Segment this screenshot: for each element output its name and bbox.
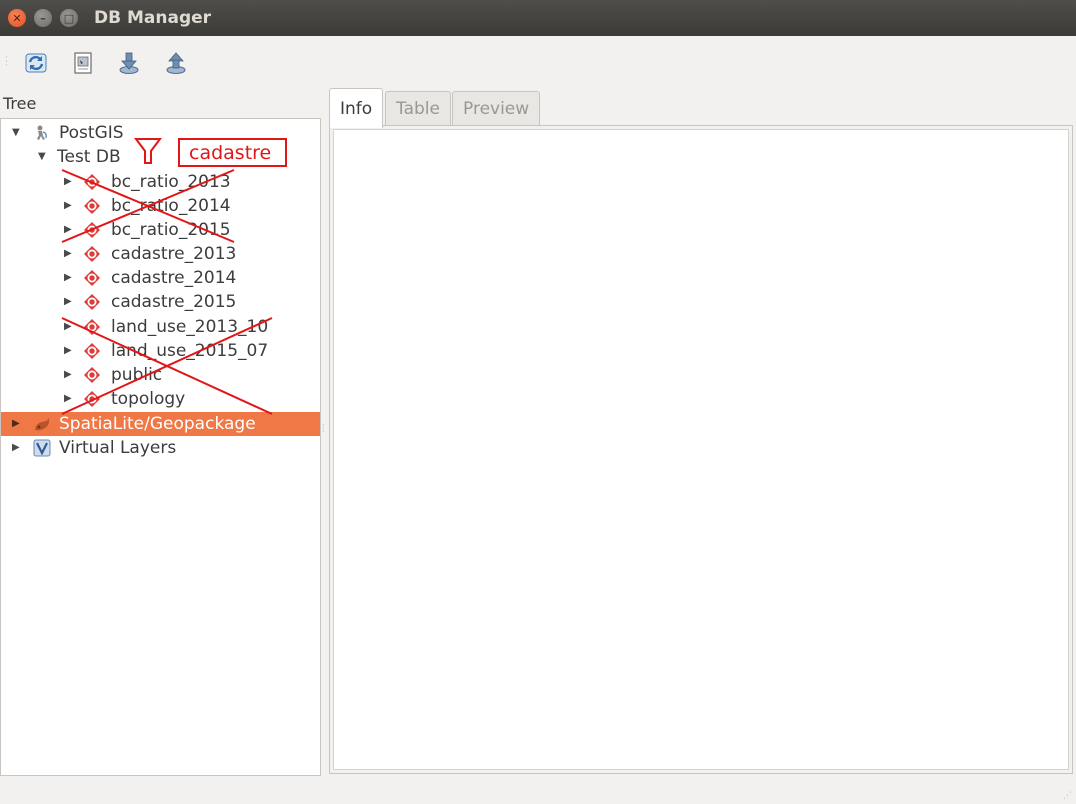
window-title: DB Manager — [94, 8, 212, 28]
tree-item-label: Virtual Layers — [59, 438, 177, 458]
tree-item-label: bc_ratio_2015 — [111, 220, 231, 240]
close-window-button[interactable]: ✕ — [8, 9, 26, 27]
expanded-arrow-icon[interactable]: ▼ — [12, 127, 20, 138]
tree-item-virtual-layers[interactable]: ▶ Virtual Layers — [1, 436, 320, 460]
schema-icon — [84, 294, 100, 310]
tree-view[interactable]: ▼ PostGIS ▼ Test DB ▶ bc_ratio_2013 ▶ bc… — [0, 118, 321, 776]
tab-preview[interactable]: Preview — [452, 91, 541, 126]
export-icon — [166, 52, 186, 74]
tree-item-label: land_use_2015_07 — [111, 341, 269, 361]
tree-item-label: cadastre_2014 — [111, 268, 237, 288]
tab-info[interactable]: Info — [329, 88, 384, 128]
tree-item-label: cadastre_2015 — [111, 292, 237, 312]
tab-table[interactable]: Table — [385, 91, 451, 126]
toolbar-grip[interactable]: · · · — [5, 54, 8, 71]
resize-grip-icon[interactable]: ⋰ — [1063, 791, 1072, 801]
tab-label: Preview — [463, 99, 530, 119]
tree-item-schema[interactable]: ▶ bc_ratio_2015 — [1, 218, 320, 242]
virtual-layers-icon — [33, 439, 51, 457]
maximize-icon: □ — [63, 11, 75, 25]
collapsed-arrow-icon[interactable]: ▶ — [64, 369, 72, 380]
collapsed-arrow-icon[interactable]: ▶ — [64, 248, 72, 259]
info-panel — [329, 125, 1073, 774]
collapsed-arrow-icon[interactable]: ▶ — [64, 224, 72, 235]
tree-panel-label: Tree — [3, 94, 37, 113]
tree-item-schema[interactable]: ▶ cadastre_2015 — [1, 290, 320, 314]
tree-item-schema[interactable]: ▶ land_use_2013_10 — [1, 315, 320, 339]
minimize-window-button[interactable]: – — [34, 9, 52, 27]
tree-item-schema[interactable]: ▶ cadastre_2014 — [1, 266, 320, 290]
import-layer-button[interactable] — [114, 48, 144, 78]
filter-annotation-box: cadastre — [178, 138, 287, 167]
status-bar: ⋰ — [0, 776, 1076, 804]
tree-item-label: PostGIS — [59, 123, 124, 143]
collapsed-arrow-icon[interactable]: ▶ — [12, 442, 20, 453]
expanded-arrow-icon[interactable]: ▼ — [38, 151, 46, 162]
schema-icon — [84, 198, 100, 214]
postgis-icon — [37, 125, 47, 140]
schema-icon — [84, 391, 100, 407]
sql-window-icon — [74, 52, 92, 74]
filter-text: cadastre — [189, 141, 272, 164]
refresh-button[interactable] — [21, 48, 51, 78]
collapsed-arrow-icon[interactable]: ▶ — [64, 296, 72, 307]
schema-icon — [84, 343, 100, 359]
schema-icon — [84, 174, 100, 190]
tree-item-label: public — [111, 365, 163, 385]
tree-item-schema[interactable]: ▶ public — [1, 363, 320, 387]
collapsed-arrow-icon[interactable]: ▶ — [64, 393, 72, 404]
toolbar: · · · — [0, 36, 1076, 90]
tree-item-spatialite[interactable]: ▶ SpatiaLite/Geopackage — [1, 412, 320, 436]
tree-item-label: SpatiaLite/Geopackage — [59, 414, 256, 434]
tree-item-schema[interactable]: ▶ bc_ratio_2013 — [1, 170, 320, 194]
tree-item-schema[interactable]: ▶ bc_ratio_2014 — [1, 194, 320, 218]
export-button[interactable] — [161, 48, 191, 78]
collapsed-arrow-icon[interactable]: ▶ — [12, 418, 20, 429]
splitter-handle[interactable]: · · · — [322, 422, 325, 436]
tree-item-label: land_use_2013_10 — [111, 317, 269, 337]
refresh-icon — [25, 53, 47, 73]
info-content-area[interactable] — [333, 129, 1069, 770]
schema-icon — [84, 246, 100, 262]
sql-window-button[interactable] — [68, 48, 98, 78]
schema-icon — [84, 222, 100, 238]
tree-item-schema[interactable]: ▶ topology — [1, 387, 320, 411]
tree-item-label: topology — [111, 389, 186, 409]
spatialite-icon — [35, 418, 50, 431]
tab-label: Table — [396, 99, 440, 119]
close-icon: ✕ — [12, 11, 22, 25]
tab-label: Info — [340, 98, 373, 119]
tree-item-label: cadastre_2013 — [111, 244, 237, 264]
tree-item-schema[interactable]: ▶ land_use_2015_07 — [1, 339, 320, 363]
tree-item-schema[interactable]: ▶ cadastre_2013 — [1, 242, 320, 266]
minimize-icon: – — [40, 11, 46, 25]
schema-icon — [84, 319, 100, 335]
tree-item-label: Test DB — [57, 147, 121, 167]
collapsed-arrow-icon[interactable]: ▶ — [64, 200, 72, 211]
tree-item-label: bc_ratio_2014 — [111, 196, 231, 216]
collapsed-arrow-icon[interactable]: ▶ — [64, 176, 72, 187]
title-bar: ✕ – □ DB Manager — [0, 0, 1076, 36]
schema-icon — [84, 367, 100, 383]
collapsed-arrow-icon[interactable]: ▶ — [64, 345, 72, 356]
collapsed-arrow-icon[interactable]: ▶ — [64, 272, 72, 283]
schema-icon — [84, 270, 100, 286]
import-layer-icon — [119, 52, 139, 74]
tree-item-label: bc_ratio_2013 — [111, 172, 231, 192]
maximize-window-button[interactable]: □ — [60, 9, 78, 27]
collapsed-arrow-icon[interactable]: ▶ — [64, 321, 72, 332]
